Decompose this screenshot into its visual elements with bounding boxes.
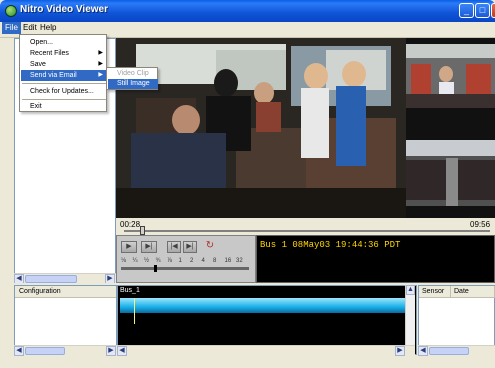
menu-check-updates-label: Check for Updates... <box>30 88 94 95</box>
scroll-left-icon[interactable]: ◀ <box>14 346 24 356</box>
menu-exit-label: Exit <box>30 103 42 110</box>
timeline-cursor[interactable] <box>134 298 135 324</box>
scroll-right-icon[interactable]: ▶ <box>395 346 405 356</box>
scroll-left-icon[interactable]: ◀ <box>117 346 127 356</box>
app-icon <box>5 5 17 17</box>
scroll-up-icon[interactable]: ▲ <box>406 285 415 295</box>
menu-separator <box>22 83 106 84</box>
sensor-scrollbar[interactable]: ◀ <box>418 345 495 356</box>
speed-label: ¼ <box>132 258 138 264</box>
prev-button[interactable]: |◀ <box>167 241 181 253</box>
scroll-left-icon[interactable]: ◀ <box>418 346 428 356</box>
main-camera-view[interactable] <box>116 38 406 218</box>
seek-bar[interactable]: 00:28 09:56 <box>116 218 495 235</box>
configuration-header[interactable]: Configuration <box>15 286 116 298</box>
sensor-column-header[interactable]: Sensor <box>419 286 451 298</box>
timeline-hscrollbar[interactable]: ◀ ▶ <box>117 345 415 356</box>
loop-icon[interactable]: ↻ <box>203 241 217 253</box>
scroll-right-icon[interactable]: ▶ <box>106 346 116 356</box>
timeline-label: Bus_1 <box>120 287 140 294</box>
speed-label: 1 <box>178 258 182 264</box>
speed-label: 8 <box>213 258 217 264</box>
speed-thumb[interactable] <box>154 265 157 272</box>
next-button[interactable]: ▶| <box>183 241 197 253</box>
menu-exit[interactable]: Exit <box>21 101 107 112</box>
submenu-arrow-icon: ▶ <box>98 72 103 78</box>
timeline-bar[interactable] <box>120 298 406 313</box>
menu-send-via-email-label: Send via Email <box>30 72 77 79</box>
speed-label: ¾ <box>155 258 161 264</box>
menu-check-updates[interactable]: Check for Updates... <box>21 86 107 97</box>
menu-file[interactable]: File <box>2 22 21 34</box>
file-menu-dropdown: Open... Recent Files ▶ Save ▶ Send via Ema… <box>19 34 107 112</box>
end-time: 09:56 <box>470 220 491 229</box>
send-email-submenu: Video Clip Still Image <box>106 67 158 90</box>
submenu-arrow-icon: ▶ <box>98 50 103 56</box>
bus-rear-image <box>406 44 495 108</box>
file-tree-scrollbar[interactable]: ◀ ▶ <box>14 273 116 284</box>
menu-open[interactable]: Open... <box>21 37 107 48</box>
date-column-header[interactable]: Date <box>451 286 495 298</box>
speed-label: 2 <box>190 258 194 264</box>
play-button[interactable]: ▶ <box>121 241 137 253</box>
speed-label: ⅞ <box>167 258 173 264</box>
left-gutter <box>0 38 14 283</box>
frame-step-button[interactable]: ▶| <box>141 241 157 253</box>
seek-track[interactable] <box>124 230 490 232</box>
scroll-thumb[interactable] <box>25 347 65 355</box>
menu-bar: File Edit Help <box>0 22 495 34</box>
speed-track[interactable] <box>121 267 249 270</box>
menu-send-via-email[interactable]: Send via Email ▶ <box>21 70 107 81</box>
menu-separator <box>22 99 106 100</box>
camera-view-3[interactable] <box>406 140 495 206</box>
menu-open-label: Open... <box>30 39 53 46</box>
menu-save-label: Save <box>30 61 46 68</box>
info-display: Bus 1 08May03 19:44:36 PDT <box>256 235 495 283</box>
speed-label: 16 <box>224 258 232 264</box>
close-button[interactable] <box>491 3 495 18</box>
menu-recent-files[interactable]: Recent Files ▶ <box>21 48 107 59</box>
bus-interior-image <box>116 38 406 218</box>
playback-controls: ▶ ▶| |◀ ▶| ↻ ⅛ ¼ ½ ¾ ⅞ 1 2 4 8 16 32 <box>116 235 256 283</box>
speed-label: ½ <box>144 258 150 264</box>
scroll-thumb[interactable] <box>25 275 77 283</box>
minimize-button[interactable]: _ <box>459 3 474 18</box>
submenu-video-clip[interactable]: Video Clip <box>108 69 158 79</box>
window-title: Nitro Video Viewer <box>20 4 108 15</box>
scroll-thumb[interactable] <box>429 347 469 355</box>
maximize-button[interactable]: □ <box>475 3 490 18</box>
seek-thumb[interactable] <box>140 226 146 235</box>
menu-save[interactable]: Save ▶ <box>21 59 107 70</box>
info-text: Bus 1 08May03 19:44:36 PDT <box>260 240 401 250</box>
current-time: 00:28 <box>120 220 141 229</box>
config-scrollbar[interactable]: ◀ ▶ <box>14 345 117 356</box>
submenu-still-image[interactable]: Still Image <box>108 79 158 89</box>
menu-recent-files-label: Recent Files <box>30 50 69 57</box>
speed-label: ⅛ <box>121 258 127 264</box>
menu-help[interactable]: Help <box>37 22 59 34</box>
camera-view-2[interactable] <box>406 44 495 108</box>
submenu-arrow-icon: ▶ <box>98 61 103 67</box>
speed-label: 4 <box>201 258 205 264</box>
speed-label: 32 <box>236 258 243 264</box>
title-bar: Nitro Video Viewer _ □ <box>0 0 495 22</box>
bus-aisle-image <box>406 140 495 206</box>
